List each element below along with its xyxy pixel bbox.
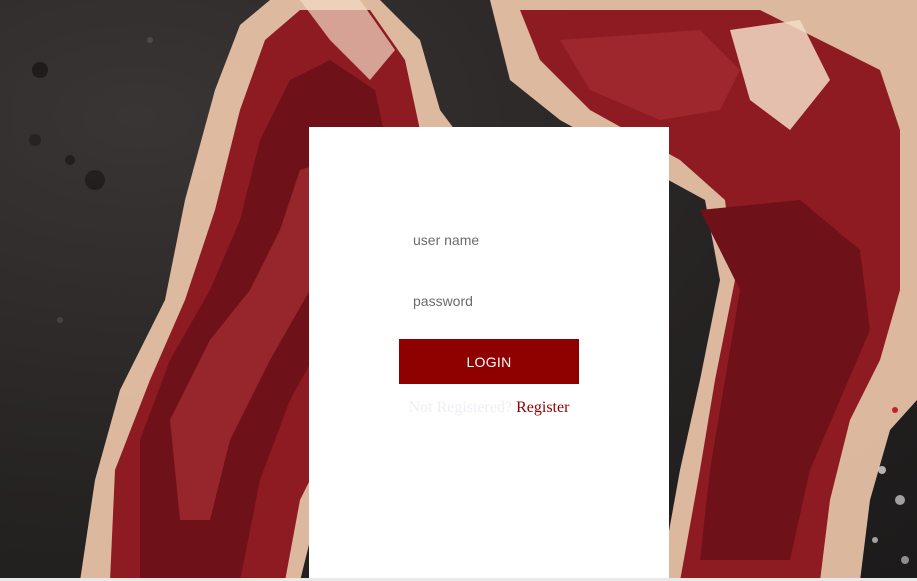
register-link[interactable]: Register (516, 399, 569, 416)
register-hint-text: Not Registered? (408, 399, 513, 416)
username-input[interactable] (399, 222, 579, 258)
password-input[interactable] (399, 283, 579, 319)
login-card: LOGIN Not Registered?Register (309, 127, 669, 578)
register-prompt: Not Registered? Register (309, 399, 669, 417)
login-button[interactable]: LOGIN (399, 339, 579, 384)
